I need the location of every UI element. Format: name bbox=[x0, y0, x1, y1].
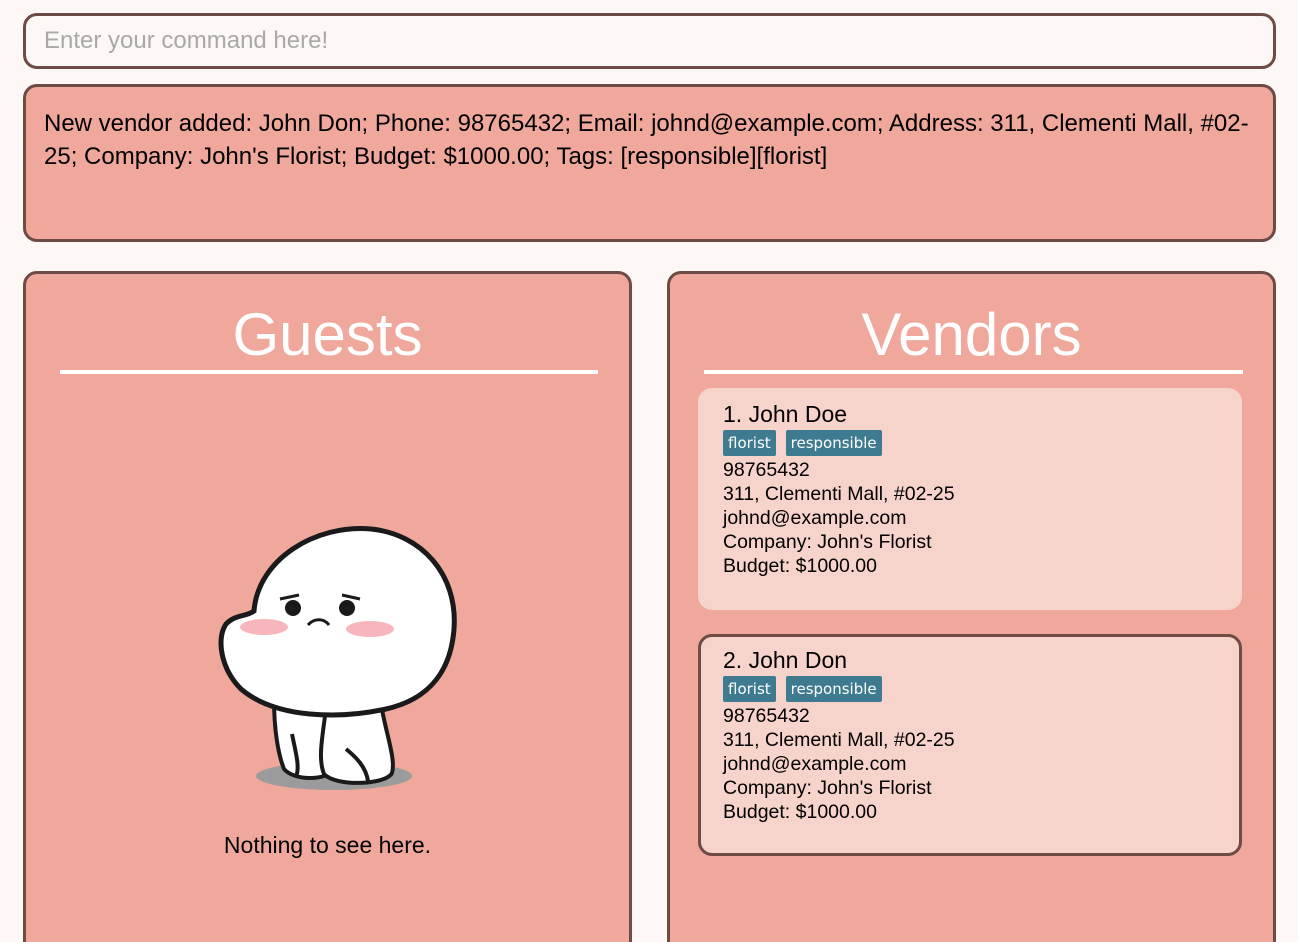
vendors-divider bbox=[704, 370, 1243, 374]
vendor-name: 1. John Doe bbox=[723, 401, 848, 427]
result-message: New vendor added: John Don; Phone: 98765… bbox=[44, 110, 1249, 170]
vendor-email: johnd@example.com bbox=[723, 753, 907, 775]
tag-badge: responsible bbox=[785, 676, 882, 702]
vendor-card[interactable]: 1. John Doe florist responsible 98765432… bbox=[698, 388, 1242, 610]
vendors-panel: Vendors 1. John Doe florist responsible … bbox=[667, 271, 1276, 942]
vendor-email: johnd@example.com bbox=[723, 507, 907, 529]
guests-panel: Guests Nothing to see here. bbox=[23, 271, 632, 942]
vendor-name: 2. John Don bbox=[723, 647, 848, 673]
vendor-company: Company: John's Florist bbox=[723, 777, 932, 799]
guests-divider bbox=[60, 370, 598, 374]
vendor-tags: florist responsible bbox=[723, 676, 1239, 702]
tag-badge: responsible bbox=[785, 430, 882, 456]
vendor-budget: Budget: $1000.00 bbox=[723, 555, 877, 577]
vendor-address: 311, Clementi Mall, #02-25 bbox=[723, 729, 955, 751]
command-input[interactable] bbox=[26, 16, 1273, 66]
vendor-card-selected[interactable]: 2. John Don florist responsible 98765432… bbox=[698, 634, 1242, 856]
result-display: New vendor added: John Don; Phone: 98765… bbox=[23, 84, 1276, 242]
vendor-phone: 98765432 bbox=[723, 705, 810, 727]
vendor-phone: 98765432 bbox=[723, 459, 810, 481]
tag-badge: florist bbox=[723, 430, 776, 456]
tag-badge: florist bbox=[723, 676, 776, 702]
vendors-title: Vendors bbox=[861, 301, 1082, 368]
sad-mascot-icon bbox=[218, 526, 457, 790]
guests-empty-text: Nothing to see here. bbox=[223, 832, 432, 858]
vendor-budget: Budget: $1000.00 bbox=[723, 801, 877, 823]
vendor-address: 311, Clementi Mall, #02-25 bbox=[723, 483, 955, 505]
guests-title: Guests bbox=[232, 301, 423, 368]
vendor-tags: florist responsible bbox=[723, 430, 1242, 456]
command-box[interactable] bbox=[23, 13, 1276, 69]
vendor-company: Company: John's Florist bbox=[723, 531, 932, 553]
